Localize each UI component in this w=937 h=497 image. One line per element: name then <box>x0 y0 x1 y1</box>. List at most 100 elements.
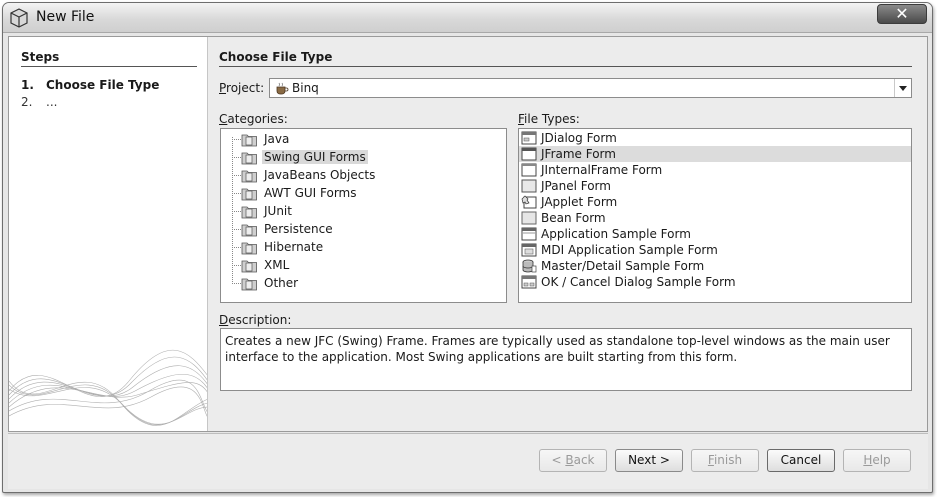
tree-item-label: JUnit <box>264 204 292 218</box>
tree-item-javabeans-objects[interactable]: JavaBeans Objects <box>221 166 506 184</box>
tree-item-awt-gui-forms[interactable]: AWT GUI Forms <box>221 184 506 202</box>
internal-frame-icon <box>521 163 537 177</box>
tree-item-other[interactable]: Other <box>221 274 506 292</box>
steps-heading: Steps <box>21 50 60 64</box>
close-button[interactable]: ✕ <box>877 4 927 24</box>
cancel-button[interactable]: Cancel <box>767 449 835 472</box>
label-rest: ategories: <box>227 112 288 126</box>
tree-item-label: Hibernate <box>264 240 324 254</box>
button-label: ack <box>573 453 595 467</box>
file-type-jdialog-form[interactable]: JDialog Form <box>519 130 911 146</box>
tree-item-label: Other <box>264 276 299 290</box>
bean-form-icon <box>521 211 537 225</box>
folder-icon <box>241 152 257 165</box>
file-type-label: JPanel Form <box>541 179 611 193</box>
tree-item-label: Persistence <box>264 222 333 236</box>
categories-label: Categories: <box>219 112 288 126</box>
section-divider <box>219 66 912 67</box>
file-type-label: OK / Cancel Dialog Sample Form <box>541 275 736 289</box>
file-type-japplet-form[interactable]: JApplet Form <box>519 194 911 210</box>
tree-item-junit[interactable]: JUnit <box>221 202 506 220</box>
tree-item-java[interactable]: Java <box>221 130 506 148</box>
file-type-jframe-form[interactable]: JFrame Form <box>519 146 911 162</box>
tree-item-label: Swing GUI Forms <box>262 150 368 164</box>
tree-connector <box>232 157 241 158</box>
project-label: Project: <box>219 81 264 95</box>
step-number: 1. <box>21 78 34 92</box>
label-rest: escription: <box>228 313 292 327</box>
help-button[interactable]: Help <box>843 449 911 472</box>
folder-icon <box>241 188 257 201</box>
folder-icon <box>241 170 257 183</box>
folder-icon <box>241 278 257 291</box>
description-text: Creates a new JFC (Swing) Frame. Frames … <box>220 328 912 391</box>
decorative-wave-graphic <box>9 349 207 426</box>
categories-tree[interactable]: Java Swing GUI Forms JavaBeans Objects A… <box>220 128 507 303</box>
database-form-icon <box>522 259 537 273</box>
tree-item-label: XML <box>264 258 290 272</box>
coffee-cup-icon <box>276 82 289 95</box>
file-type-master-detail-sample-form[interactable]: Master/Detail Sample Form <box>519 258 911 274</box>
project-dropdown[interactable]: Binq <box>269 78 912 98</box>
application-form-icon <box>521 227 537 241</box>
tree-connector <box>232 247 241 248</box>
label-rest: ile Types: <box>524 112 580 126</box>
section-heading: Choose File Type <box>219 50 333 64</box>
file-type-label: Master/Detail Sample Form <box>541 259 705 273</box>
file-type-application-sample-form[interactable]: Application Sample Form <box>519 226 911 242</box>
tree-connector <box>232 211 241 212</box>
tree-connector <box>232 175 241 176</box>
ok-cancel-dialog-icon <box>521 275 537 289</box>
step-label: Choose File Type <box>46 78 160 92</box>
steps-panel: Steps 1. Choose File Type 2.... <box>9 37 208 431</box>
file-type-label: Application Sample Form <box>541 227 691 241</box>
file-type-ok-cancel-dialog-sample-form[interactable]: OK / Cancel Dialog Sample Form <box>519 274 911 290</box>
button-label: < <box>551 453 566 467</box>
file-types-label: File Types: <box>518 112 580 126</box>
new-file-dialog: New File ✕ Steps 1. Choose File Type 2...… <box>2 2 933 493</box>
tree-item-hibernate[interactable]: Hibernate <box>221 238 506 256</box>
mnemonic-char: B <box>565 453 574 467</box>
mnemonic-char: H <box>863 453 873 467</box>
file-type-jpanel-form[interactable]: JPanel Form <box>519 178 911 194</box>
frame-form-icon <box>521 147 537 161</box>
file-types-list[interactable]: JDialog Form JFrame Form JInternalFrame … <box>518 128 912 303</box>
file-type-label: JInternalFrame Form <box>541 163 663 177</box>
project-value: Binq <box>292 81 319 95</box>
tree-item-swing-gui-forms[interactable]: Swing GUI Forms <box>221 148 506 166</box>
folder-icon <box>241 242 257 255</box>
tree-connector <box>232 229 241 230</box>
tree-connector <box>232 139 241 140</box>
folder-icon <box>241 134 257 147</box>
cube-app-icon <box>10 8 28 28</box>
next-button[interactable]: Next > <box>615 449 683 472</box>
finish-button[interactable]: Finish <box>691 449 759 472</box>
file-type-jinternalframe-form[interactable]: JInternalFrame Form <box>519 162 911 178</box>
button-bar: < Back Next > Finish Cancel Help <box>8 433 928 489</box>
back-button[interactable]: < Back <box>539 449 607 472</box>
step-number: 2. <box>21 95 33 109</box>
tree-item-xml[interactable]: XML <box>221 256 506 274</box>
file-type-mdi-application-sample-form[interactable]: MDI Application Sample Form <box>519 242 911 258</box>
title-bar[interactable]: New File ✕ <box>3 3 932 33</box>
folder-icon <box>241 224 257 237</box>
step-item-next: 2.... <box>21 95 57 109</box>
tree-connector <box>232 283 241 284</box>
file-type-label: JApplet Form <box>541 195 618 209</box>
chevron-down-icon[interactable] <box>894 79 911 97</box>
folder-icon <box>241 206 257 219</box>
tree-item-persistence[interactable]: Persistence <box>221 220 506 238</box>
file-type-label: MDI Application Sample Form <box>541 243 718 257</box>
folder-icon <box>241 260 257 273</box>
step-item-choose-file-type: 1. Choose File Type <box>21 78 159 92</box>
file-type-label: JDialog Form <box>541 131 617 145</box>
tree-item-label: JavaBeans Objects <box>264 168 376 182</box>
file-type-bean-form[interactable]: Bean Form <box>519 210 911 226</box>
tree-item-label: AWT GUI Forms <box>264 186 357 200</box>
step-label: ... <box>46 95 58 109</box>
wizard-content: Steps 1. Choose File Type 2.... Choose F… <box>8 36 928 432</box>
close-icon: ✕ <box>895 4 909 23</box>
steps-divider <box>21 66 197 67</box>
mnemonic-char: P <box>219 81 227 95</box>
applet-form-icon <box>521 195 537 209</box>
